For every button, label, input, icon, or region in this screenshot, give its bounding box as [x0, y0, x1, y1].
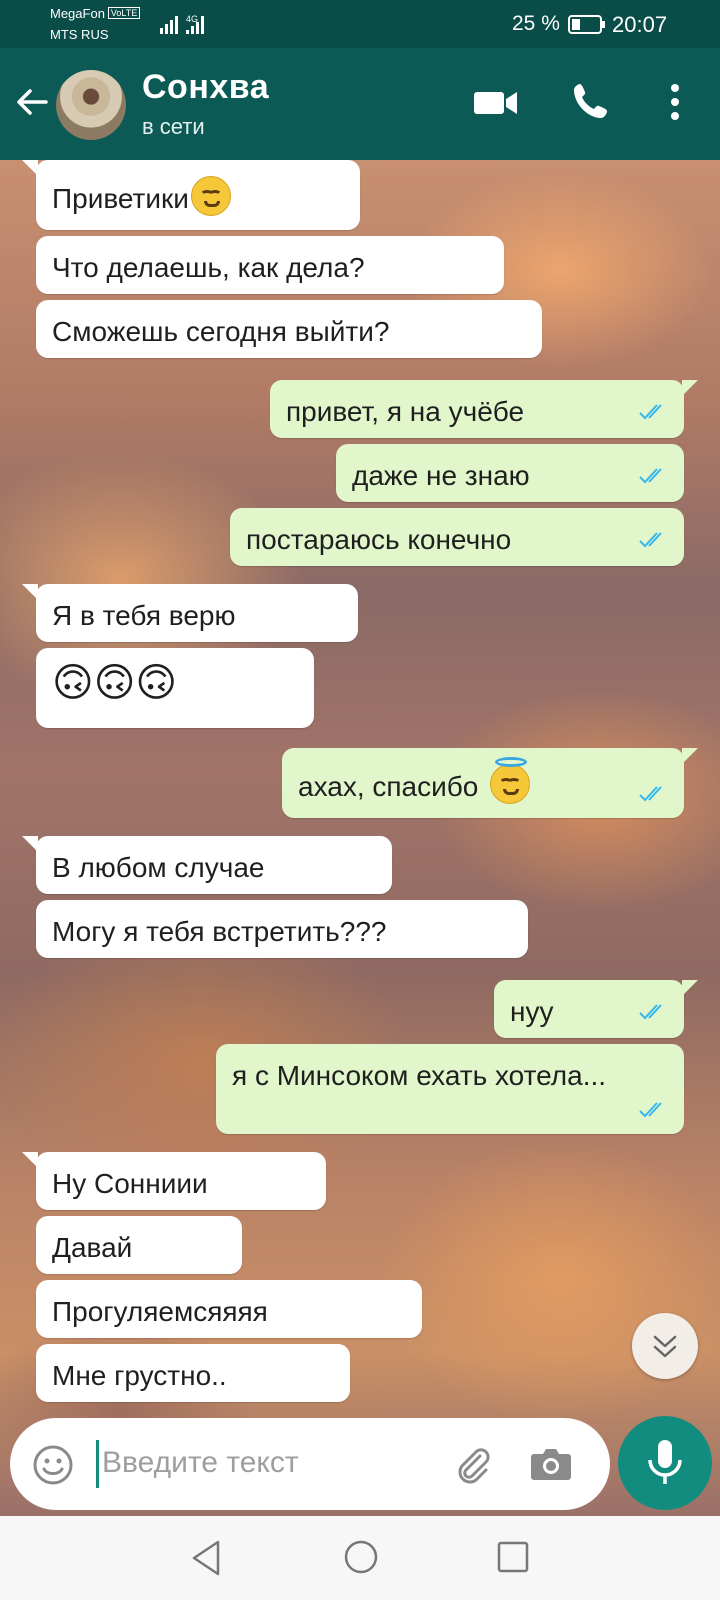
read-receipt-icon [639, 786, 662, 802]
chat-messages[interactable]: Приветики Что делаешь, как дела? Сможешь… [0, 160, 720, 1516]
message-outgoing[interactable]: ахах, спасибо [282, 748, 698, 818]
nav-home-icon[interactable] [342, 1538, 380, 1576]
paperclip-icon[interactable] [450, 1442, 494, 1486]
video-call-icon[interactable] [474, 88, 518, 118]
read-receipt-icon [639, 1102, 662, 1118]
message-text: даже не знаю [352, 460, 530, 491]
carrier-primary: MegaFon VoLTE [50, 6, 141, 21]
message-text: Мне грустно.. [52, 1360, 227, 1391]
message-outgoing[interactable]: даже не знаю [336, 444, 684, 502]
more-menu-icon[interactable] [660, 82, 690, 122]
voice-message-button[interactable] [618, 1416, 712, 1510]
emoji-icon[interactable] [32, 1444, 74, 1486]
read-receipt-icon [639, 468, 662, 484]
message-incoming[interactable]: В любом случае [22, 836, 392, 894]
scroll-to-bottom-button[interactable] [632, 1313, 698, 1379]
nav-recent-apps-icon[interactable] [496, 1540, 530, 1574]
battery-icon [568, 15, 605, 34]
message-text: Могу я тебя встретить??? [52, 916, 387, 947]
volte-badge: VoLTE [107, 7, 141, 19]
halo-emoji-icon [490, 757, 531, 804]
message-text: 🙃🙃🙃 [52, 661, 178, 705]
read-receipt-icon [639, 404, 662, 420]
camera-icon[interactable] [530, 1446, 572, 1482]
read-receipt-icon [639, 1004, 662, 1020]
message-outgoing[interactable]: нуу [494, 980, 698, 1038]
message-text: Сможешь сегодня выйти? [52, 316, 390, 347]
phone-icon[interactable] [570, 80, 614, 124]
message-incoming[interactable]: Я в тебя верю [22, 584, 358, 642]
message-composer: Введите текст [10, 1418, 610, 1510]
chat-header: Сонхва в сети [0, 48, 720, 160]
read-receipt-icon [639, 532, 662, 548]
double-chevron-down-icon [653, 1335, 677, 1358]
message-text: постараюсь конечно [246, 524, 512, 555]
message-incoming[interactable]: Что делаешь, как дела? [36, 236, 504, 294]
message-incoming[interactable]: Прогуляемсяяяя [36, 1280, 422, 1338]
message-text: Прогуляемсяяяя [52, 1296, 268, 1327]
message-text: я с Минсоком ехать хотела... [232, 1060, 607, 1091]
message-input[interactable]: Введите текст [102, 1446, 299, 1480]
system-nav-bar [0, 1516, 720, 1600]
message-incoming[interactable]: Мне грустно.. [36, 1344, 350, 1402]
microphone-icon [648, 1440, 682, 1484]
message-text: ахах, спасибо [298, 771, 479, 802]
carrier-secondary: MTS RUS [50, 27, 109, 42]
message-incoming[interactable]: Сможешь сегодня выйти? [36, 300, 542, 358]
signal-icon: 4G [160, 14, 204, 34]
message-text: Ну Сонниии [52, 1168, 208, 1199]
message-text: привет, я на учёбе [286, 396, 525, 427]
avatar[interactable] [56, 70, 126, 140]
message-text: В любом случае [52, 852, 265, 883]
text-cursor [96, 1440, 99, 1488]
message-text: Приветики [52, 183, 189, 214]
message-outgoing[interactable]: привет, я на учёбе [270, 380, 698, 438]
message-text: Давай [52, 1232, 133, 1263]
message-text: Я в тебя верю [52, 600, 236, 631]
message-outgoing[interactable]: я с Минсоком ехать хотела... [216, 1044, 684, 1134]
message-text: Что делаешь, как дела? [52, 252, 365, 283]
message-incoming[interactable]: Давай [36, 1216, 242, 1274]
smiling-emoji-icon [190, 176, 231, 216]
contact-status: в сети [142, 114, 205, 139]
message-text: нуу [510, 996, 554, 1027]
battery-percent: 25 % [512, 12, 560, 35]
message-incoming[interactable]: Приветики [22, 160, 360, 230]
carrier-primary-name: MegaFon [50, 6, 105, 21]
contact-name[interactable]: Сонхва [142, 68, 269, 107]
message-incoming[interactable]: Могу я тебя встретить??? [36, 900, 528, 958]
message-incoming[interactable]: Ну Сонниии [22, 1152, 326, 1210]
back-arrow-icon[interactable] [14, 84, 50, 120]
status-bar: MegaFon VoLTE MTS RUS 4G 25 % 20:07 [0, 0, 720, 48]
clock: 20:07 [612, 12, 668, 37]
message-outgoing[interactable]: постараюсь конечно [230, 508, 684, 566]
nav-back-icon[interactable] [188, 1538, 224, 1578]
message-incoming[interactable]: 🙃🙃🙃 [36, 648, 314, 728]
